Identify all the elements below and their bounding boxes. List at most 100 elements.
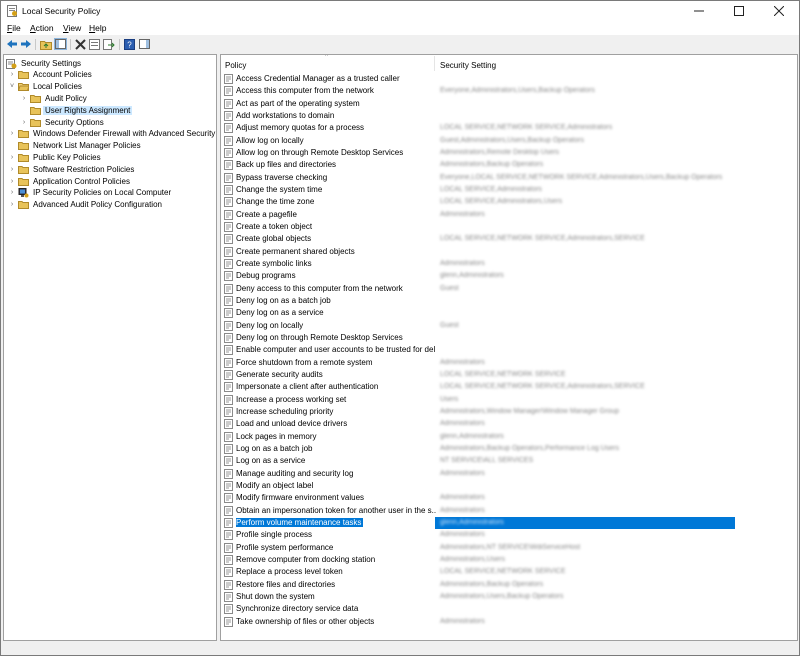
policy-row[interactable]: Back up files and directories Administrat… (221, 159, 797, 171)
policy-row[interactable]: Act as part of the operating system (221, 98, 797, 110)
policy-row[interactable]: Create a token object (221, 221, 797, 233)
policy-row[interactable]: Shut down the system Administrators,Users… (221, 591, 797, 603)
policy-row[interactable]: Deny log on as a service (221, 307, 797, 319)
policy-row[interactable]: Adjust memory quotas for a process LOCAL … (221, 122, 797, 134)
policy-row[interactable]: Access this computer from the network Eve… (221, 85, 797, 97)
policy-row[interactable]: Modify firmware environment values Admini… (221, 492, 797, 504)
policy-row[interactable]: Create global objects LOCAL SERVICE,NETWO… (221, 233, 797, 245)
tree-node-security-options[interactable]: › Security Options (20, 116, 106, 128)
tree-node-local-policies[interactable]: ˅ Local Policies (8, 81, 84, 93)
policy-row[interactable]: Replace a process level token LOCAL SERVI… (221, 566, 797, 578)
column-divider[interactable] (434, 56, 435, 71)
folder-icon (18, 153, 29, 162)
expand-chevron-icon[interactable]: › (8, 164, 16, 174)
tree-node-user-rights-assignment[interactable]: User Rights Assignment (20, 104, 133, 116)
column-header-policy[interactable]: Policy (225, 55, 246, 72)
policy-list-view[interactable]: Policy ^ Security Setting Access Credent… (220, 54, 798, 641)
policy-security-setting: glenn,Administrators (440, 518, 504, 526)
tree-node-advanced-audit-policy-configuration[interactable]: › Advanced Audit Policy Configuration (8, 199, 164, 211)
expand-chevron-icon[interactable]: › (20, 117, 28, 127)
policy-row[interactable]: Allow log on locally Guest,Administrators… (221, 135, 797, 147)
policy-row[interactable]: Deny log on locally Guest (221, 320, 797, 332)
security-policy-app-icon (7, 5, 18, 17)
policy-row[interactable]: Change the system time LOCAL SERVICE,Admi… (221, 184, 797, 196)
menu-action[interactable]: Action (30, 23, 54, 33)
policy-icon (224, 493, 234, 504)
maximize-button[interactable] (719, 1, 759, 21)
menu-view[interactable]: View (63, 23, 81, 33)
policy-row[interactable]: Increase scheduling priority Administrato… (221, 406, 797, 418)
action-pane-button[interactable] (138, 38, 151, 50)
tree-node-account-policies[interactable]: › Account Policies (8, 69, 94, 81)
tree-node-audit-policy[interactable]: › Audit Policy (20, 92, 89, 104)
policy-row[interactable]: Change the time zone LOCAL SERVICE,Admini… (221, 196, 797, 208)
expand-chevron-icon[interactable]: › (8, 129, 16, 139)
forward-button[interactable] (19, 38, 32, 50)
console-tree[interactable]: Security Settings › Account Policies ˅ Local… (3, 54, 217, 641)
policy-row[interactable]: Obtain an impersonation token for anothe… (221, 505, 797, 517)
policy-row[interactable]: Deny log on as a batch job (221, 295, 797, 307)
policy-row[interactable]: Load and unload device drivers Administra… (221, 418, 797, 430)
policy-row[interactable]: Bypass traverse checking Everyone,LOCAL S… (221, 172, 797, 184)
back-button[interactable] (5, 38, 18, 50)
policy-row[interactable]: Profile single process Administrators (221, 529, 797, 541)
help-button[interactable]: ? (123, 38, 136, 50)
policy-row[interactable]: Deny log on through Remote Desktop Servi… (221, 332, 797, 344)
expand-chevron-icon[interactable]: › (8, 152, 16, 162)
policy-row[interactable]: Create symbolic links Administrators (221, 258, 797, 270)
policy-icon (224, 591, 234, 602)
policy-row[interactable]: Create a pagefile Administrators (221, 209, 797, 221)
up-one-level-button[interactable] (39, 38, 52, 50)
menu-help[interactable]: Help (89, 23, 106, 33)
title-bar[interactable]: Local Security Policy (1, 1, 799, 21)
policy-row[interactable]: Deny access to this computer from the ne… (221, 283, 797, 295)
properties-button[interactable] (88, 38, 101, 50)
policy-row[interactable]: Generate security audits LOCAL SERVICE,NE… (221, 369, 797, 381)
policy-row[interactable]: Access Credential Manager as a trusted c… (221, 73, 797, 85)
policy-row[interactable]: Perform volume maintenance tasks glenn,Ad… (221, 516, 797, 529)
expand-chevron-icon[interactable]: › (8, 176, 16, 186)
policy-icon (224, 394, 234, 405)
policy-row[interactable]: Restore files and directories Administrat… (221, 579, 797, 591)
policy-name: Add workstations to domain (236, 110, 335, 120)
policy-row[interactable]: Manage auditing and security log Administ… (221, 468, 797, 480)
collapse-chevron-icon[interactable]: ˅ (8, 82, 16, 92)
tree-node-security-settings[interactable]: Security Settings (6, 57, 83, 69)
policy-row[interactable]: Modify an object label (221, 480, 797, 492)
policy-row[interactable]: Take ownership of files or other objects… (221, 616, 797, 628)
policy-icon (224, 443, 234, 454)
minimize-button[interactable] (679, 1, 719, 21)
close-button[interactable] (759, 1, 799, 21)
policy-row[interactable]: Add workstations to domain (221, 110, 797, 122)
expand-chevron-icon[interactable]: › (20, 93, 28, 103)
tree-node-application-control-policies[interactable]: › Application Control Policies (8, 175, 132, 187)
expand-chevron-icon[interactable]: › (8, 70, 16, 80)
policy-row[interactable]: Allow log on through Remote Desktop Serv… (221, 147, 797, 159)
policy-row[interactable]: Synchronize directory service data (221, 603, 797, 615)
tree-node-windows-defender-firewall-with-advanced-security[interactable]: › Windows Defender Firewall with Advanced… (8, 128, 216, 140)
policy-row[interactable]: Remove computer from docking station Admi… (221, 554, 797, 566)
column-header-security-setting[interactable]: Security Setting (440, 55, 496, 72)
policy-row[interactable]: Increase a process working set Users (221, 394, 797, 406)
policy-row[interactable]: Force shutdown from a remote system Admin… (221, 357, 797, 369)
policy-row[interactable]: Profile system performance Administrators… (221, 542, 797, 554)
menu-file[interactable]: File (7, 23, 21, 33)
policy-row[interactable]: Debug programs glenn,Administrators (221, 270, 797, 282)
policy-row[interactable]: Enable computer and user accounts to be … (221, 344, 797, 356)
no-expander (8, 141, 16, 151)
export-list-button[interactable] (102, 38, 115, 50)
policy-row[interactable]: Lock pages in memory glenn,Administrators (221, 431, 797, 443)
policy-row[interactable]: Impersonate a client after authenticatio… (221, 381, 797, 393)
policy-row[interactable]: Log on as a batch job Administrators,Back… (221, 443, 797, 455)
policy-row[interactable]: Log on as a service NT SERVICE\ALL SERVIC… (221, 455, 797, 467)
policy-row[interactable]: Create permanent shared objects (221, 246, 797, 258)
policy-name: Change the system time (236, 184, 323, 194)
expand-chevron-icon[interactable]: › (8, 200, 16, 210)
tree-node-network-list-manager-policies[interactable]: Network List Manager Policies (8, 140, 143, 152)
tree-node-public-key-policies[interactable]: › Public Key Policies (8, 151, 103, 163)
show-hide-console-tree-button[interactable] (54, 38, 67, 50)
tree-node-ip-security-policies-on-local-computer[interactable]: › IP Security Policies on Local Computer (8, 187, 173, 199)
tree-node-software-restriction-policies[interactable]: › Software Restriction Policies (8, 163, 136, 175)
expand-chevron-icon[interactable]: › (8, 188, 16, 198)
delete-button[interactable] (74, 38, 87, 50)
